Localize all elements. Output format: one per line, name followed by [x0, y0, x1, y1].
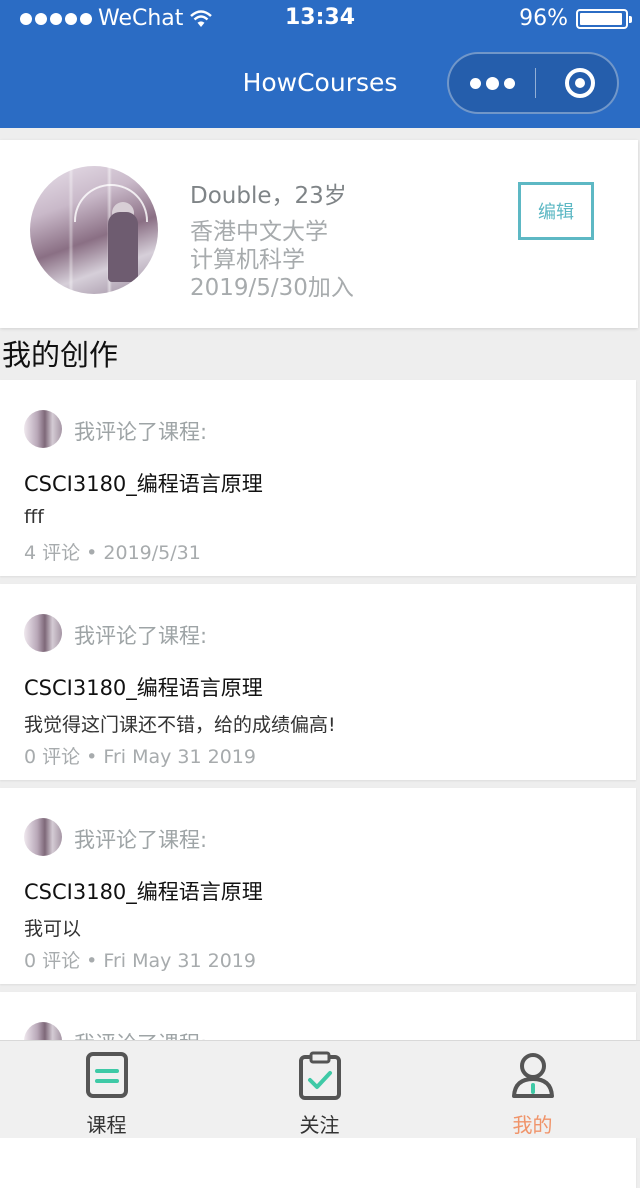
post-content: fff: [24, 506, 44, 528]
tab-following[interactable]: 关注: [213, 1041, 426, 1139]
avatar[interactable]: [30, 166, 158, 294]
tab-label: 我的: [512, 1113, 553, 1137]
post-action: 我评论了课程:: [74, 624, 208, 648]
post-action: 我评论了课程:: [74, 828, 208, 852]
profile-joined: 2019/5/30加入: [190, 275, 354, 301]
post-card[interactable]: 我评论了课程: CSCI3180_编程语言原理 fff 4 评论 • 2019/…: [0, 380, 636, 576]
tab-label: 课程: [86, 1113, 127, 1137]
status-bar: WeChat 13:34 96%: [0, 0, 640, 40]
post-card[interactable]: 我评论了课程: CSCI3180_编程语言原理 我觉得这门课还不错，给的成绩偏高…: [0, 584, 636, 780]
battery-percent: 96%: [519, 6, 568, 31]
tab-label: 关注: [299, 1113, 340, 1137]
profile-name-age: Double，23岁: [190, 183, 347, 209]
mini-program-capsule: [447, 52, 619, 114]
post-action: 我评论了课程:: [74, 420, 208, 444]
post-course[interactable]: CSCI3180_编程语言原理: [24, 672, 263, 702]
course-doc-icon: [85, 1052, 128, 1098]
avatar: [24, 818, 62, 856]
clipboard-check-icon: [298, 1051, 341, 1100]
avatar: [24, 614, 62, 652]
post-card[interactable]: 我评论了课程: CSCI3180_编程语言原理 我可以 0 评论 • Fri M…: [0, 788, 636, 984]
post-content: 我觉得这门课还不错，给的成绩偏高!: [24, 714, 336, 736]
post-content: 我可以: [24, 918, 82, 940]
tab-courses[interactable]: 课程: [0, 1041, 213, 1139]
capsule-divider: [535, 68, 536, 98]
battery-icon: [576, 8, 632, 29]
post-meta: 0 评论 • Fri May 31 2019: [24, 746, 256, 768]
post-meta: 4 评论 • 2019/5/31: [24, 542, 201, 564]
section-title: 我的创作: [2, 338, 119, 372]
nav-bar: HowCourses: [0, 40, 640, 128]
person-icon: [511, 1053, 554, 1098]
post-course[interactable]: CSCI3180_编程语言原理: [24, 468, 263, 498]
tab-mine[interactable]: 我的: [426, 1041, 639, 1139]
avatar: [24, 410, 62, 448]
more-dots-icon[interactable]: [449, 54, 535, 112]
post-course[interactable]: CSCI3180_编程语言原理: [24, 876, 263, 906]
close-target-icon[interactable]: [549, 54, 611, 112]
post-meta: 0 评论 • Fri May 31 2019: [24, 950, 256, 972]
edit-profile-button[interactable]: 编辑: [518, 182, 594, 240]
battery-level: [580, 12, 623, 25]
tab-bar: 课程 关注 我的: [0, 1040, 640, 1138]
battery-group: 96%: [519, 6, 632, 31]
